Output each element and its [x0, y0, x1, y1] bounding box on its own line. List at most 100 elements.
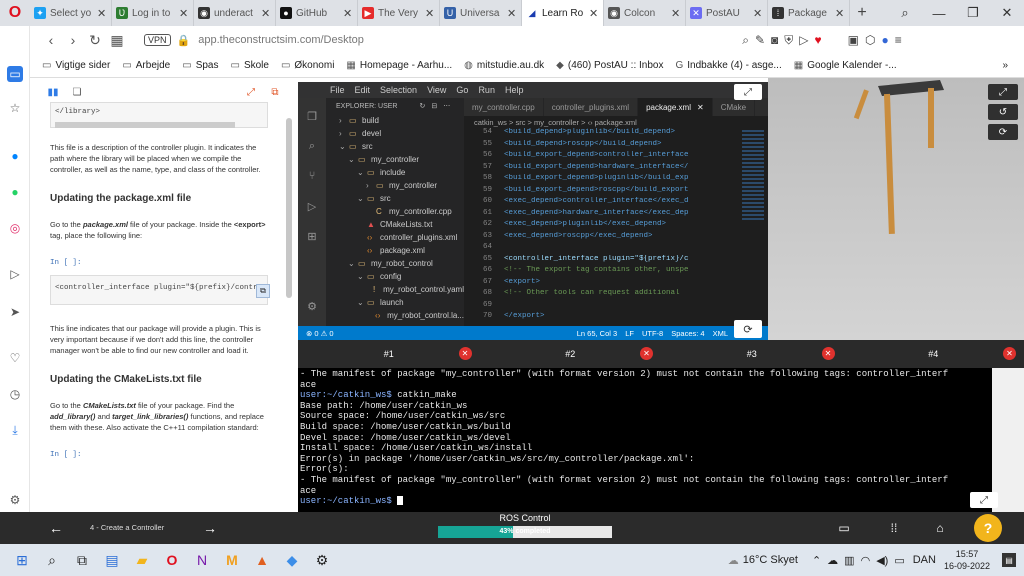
- status-item[interactable]: Spaces: 4: [671, 329, 704, 338]
- player-icon[interactable]: ▷: [7, 266, 23, 282]
- explorer-item[interactable]: › ▭ devel: [326, 127, 464, 140]
- terminal-tab[interactable]: #3 ✕: [661, 340, 843, 368]
- volume-icon[interactable]: ◀): [876, 554, 888, 567]
- send-icon[interactable]: ➤: [7, 304, 23, 320]
- terminal-tab[interactable]: #1 ✕: [298, 340, 480, 368]
- code-lines[interactable]: 54 <build_depend>pluginlib</build_depend>…: [464, 128, 760, 324]
- settings-gear-icon[interactable]: ⚙: [304, 298, 320, 314]
- close-tab-icon[interactable]: ✕: [589, 7, 599, 20]
- more-actions-icon[interactable]: ⋯: [443, 102, 450, 110]
- battery-icon[interactable]: ▭: [894, 554, 904, 567]
- star-icon[interactable]: ☆: [7, 100, 23, 116]
- close-tab-icon[interactable]: ✕: [671, 7, 681, 20]
- url-input[interactable]: app.theconstructsim.com/Desktop: [198, 34, 738, 46]
- shield-icon[interactable]: ⛨: [784, 33, 793, 48]
- expand-icon[interactable]: ⤢: [244, 85, 258, 99]
- editor-tab[interactable]: my_controller.cpp: [464, 98, 544, 116]
- home-icon[interactable]: ⌂: [932, 520, 948, 536]
- extensions-icon[interactable]: ⊞: [304, 228, 320, 244]
- camera-icon[interactable]: ◙: [771, 33, 778, 48]
- close-tab-icon[interactable]: ✕: [835, 7, 845, 20]
- browser-tab[interactable]: ⁞ Package ✕: [768, 0, 850, 26]
- terminal-tab[interactable]: #2 ✕: [480, 340, 662, 368]
- close-terminal-icon[interactable]: ✕: [640, 347, 653, 360]
- explorer-item[interactable]: ‹› package.xml: [326, 244, 464, 257]
- matlab-icon[interactable]: ▲: [248, 546, 276, 574]
- gazebo-maximize-button[interactable]: ⤢: [988, 84, 1018, 100]
- terminal-scrollbar[interactable]: [992, 368, 1024, 512]
- reload-icon[interactable]: ↻: [84, 32, 106, 49]
- cloud-icon[interactable]: ☁: [827, 554, 838, 567]
- store-icon[interactable]: ▤: [98, 546, 126, 574]
- popout-icon[interactable]: ⧉: [268, 85, 282, 99]
- messenger-icon[interactable]: ●: [7, 148, 23, 164]
- notebook-scrollbar[interactable]: [286, 118, 292, 298]
- browser-tab[interactable]: ▶ The Very ✕: [358, 0, 440, 26]
- whatsapp-icon[interactable]: ●: [7, 184, 23, 200]
- bookmark-item[interactable]: ▭ Skole: [230, 60, 268, 71]
- bookmark-item[interactable]: G Indbakke (4) - asge...: [675, 60, 781, 71]
- gazebo-reset-button[interactable]: ↺: [988, 104, 1018, 120]
- explorer-item[interactable]: ‹› my_robot_control.la...: [326, 309, 464, 322]
- new-tab-button[interactable]: +: [850, 4, 874, 22]
- notebook-icon[interactable]: ▮▮: [46, 85, 60, 99]
- browser-tab[interactable]: ● GitHub ✕: [276, 0, 358, 26]
- downloads-icon[interactable]: ⤓: [7, 422, 23, 438]
- refresh-icon[interactable]: ↻: [419, 102, 425, 110]
- code-cell-controller-interface[interactable]: <controller_interface plugin="${prefix}/…: [50, 275, 268, 305]
- source-control-icon[interactable]: ⑂: [304, 168, 320, 184]
- next-chapter-icon[interactable]: →: [202, 520, 218, 536]
- maximize-button[interactable]: ❐: [956, 5, 990, 21]
- edit-icon[interactable]: ✎: [755, 33, 765, 48]
- gazebo-simulation-view[interactable]: ⤢ ↺ ⟳: [768, 78, 1024, 340]
- bookmark-item[interactable]: ▭ Økonomi: [281, 60, 334, 71]
- menu-item[interactable]: View: [427, 85, 446, 95]
- status-item[interactable]: UTF-8: [642, 329, 663, 338]
- maximize-vscode-button[interactable]: ⤢: [734, 84, 762, 100]
- terminal-output[interactable]: - The manifest of package "my_controller…: [298, 368, 992, 512]
- status-item[interactable]: LF: [625, 329, 634, 338]
- editor-tab[interactable]: package.xml ✕: [638, 98, 713, 116]
- desktop-icon[interactable]: ▭: [836, 520, 852, 536]
- steam-icon[interactable]: ⚙: [308, 546, 336, 574]
- tray-expand-icon[interactable]: ⌃: [812, 554, 821, 567]
- editor-tab[interactable]: controller_plugins.xml: [544, 98, 639, 116]
- menu-item[interactable]: File: [330, 85, 345, 95]
- clock[interactable]: 15:57 16-09-2022: [944, 548, 990, 572]
- close-tab-icon[interactable]: ✕: [753, 7, 763, 20]
- browser-tab[interactable]: ◉ Colcon ✕: [604, 0, 686, 26]
- bookmark-item[interactable]: ◍ mitstudie.au.dk: [464, 60, 544, 71]
- browser-tab[interactable]: ◉ underact ✕: [194, 0, 276, 26]
- wifi-icon[interactable]: ◠: [861, 554, 871, 567]
- tabs-grid-icon[interactable]: ▦: [106, 32, 128, 49]
- onenote-icon[interactable]: N: [188, 546, 216, 574]
- play-icon[interactable]: ▷: [799, 33, 808, 48]
- vpn-badge[interactable]: VPN: [144, 34, 171, 46]
- close-terminal-icon[interactable]: ✕: [458, 347, 472, 360]
- lock-icon[interactable]: 🔒: [177, 34, 191, 47]
- minimize-button[interactable]: —: [922, 6, 956, 21]
- app-m-icon[interactable]: M: [218, 546, 246, 574]
- close-tab-icon[interactable]: ✕: [697, 103, 704, 112]
- bookmark-item[interactable]: ▭ Spas: [182, 60, 218, 71]
- favorites-icon[interactable]: ♡: [7, 350, 23, 366]
- menu-item[interactable]: Selection: [380, 85, 417, 95]
- search-tabs-icon[interactable]: ⌕: [888, 5, 922, 21]
- menu-item[interactable]: Edit: [355, 85, 371, 95]
- network-icon[interactable]: ▥: [844, 554, 854, 567]
- language-indicator[interactable]: DAN: [913, 554, 936, 566]
- opera-logo-icon[interactable]: O: [0, 0, 30, 26]
- back-icon[interactable]: ‹: [40, 32, 62, 48]
- copy-code-icon[interactable]: ⧉: [256, 284, 270, 298]
- refresh-vscode-button[interactable]: ⟳: [734, 320, 762, 338]
- bookmark-item[interactable]: ▦ Homepage - Aarhu...: [346, 60, 452, 71]
- bookmark-item[interactable]: ▭ Vigtige sider: [42, 60, 110, 71]
- file-explorer-icon[interactable]: ▰: [128, 546, 156, 574]
- chapter-label[interactable]: 4 - Create a Controller: [90, 523, 164, 532]
- status-item[interactable]: Ln 65, Col 3: [577, 329, 617, 338]
- weather-text[interactable]: 16°C Skyet: [743, 554, 798, 566]
- explorer-item[interactable]: › ▭ build: [326, 114, 464, 127]
- more-bookmarks-icon[interactable]: »: [1002, 60, 1024, 71]
- explorer-item[interactable]: ⌄ ▭ config: [326, 270, 464, 283]
- windows-start-icon[interactable]: ⊞: [8, 546, 36, 574]
